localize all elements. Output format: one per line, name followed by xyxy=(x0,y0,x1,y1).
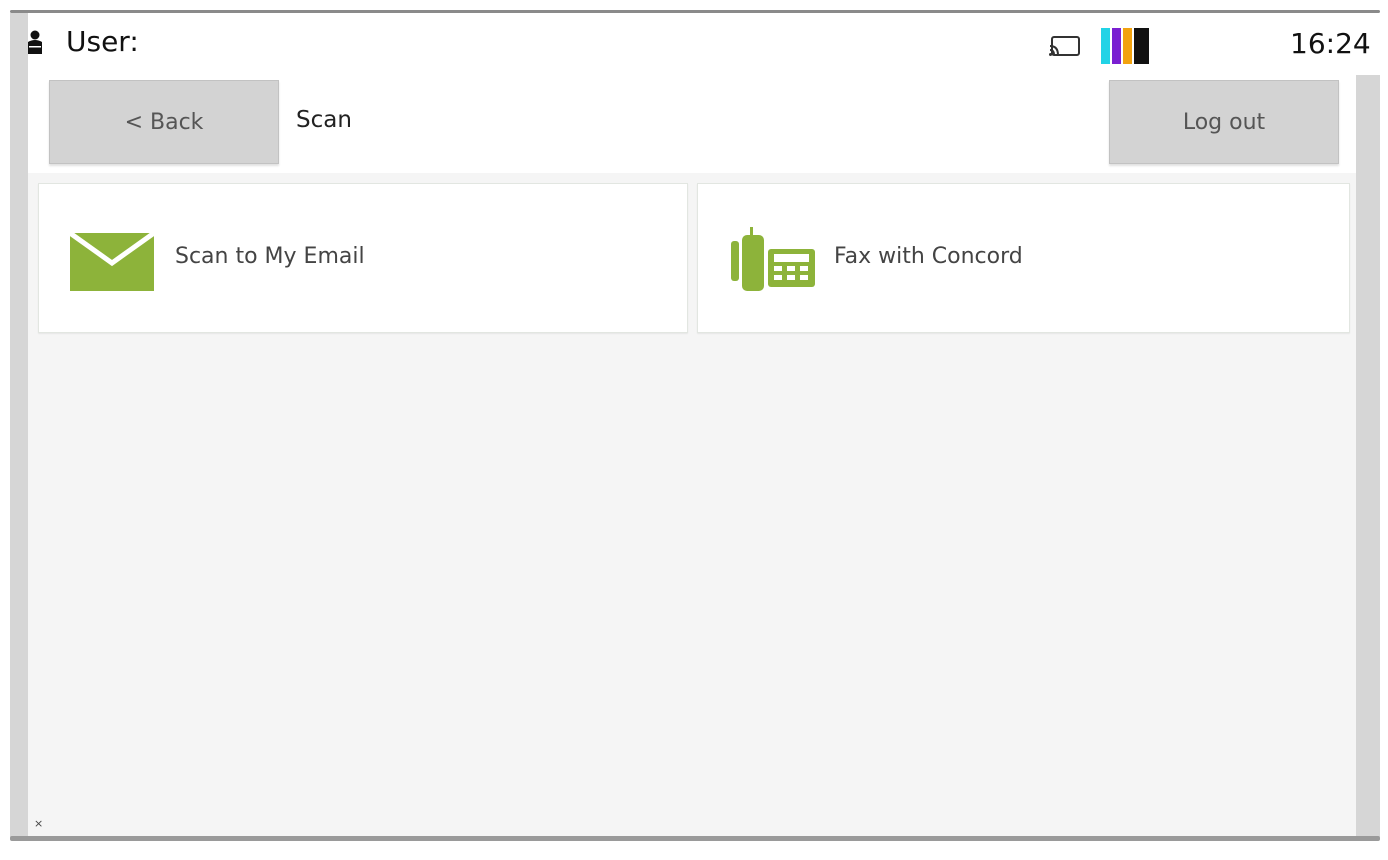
toner-level-icon[interactable] xyxy=(1101,28,1149,64)
email-icon xyxy=(70,233,154,291)
toner-magenta xyxy=(1112,28,1121,64)
fax-icon xyxy=(731,227,815,291)
scan-to-my-email-tile[interactable]: Scan to My Email xyxy=(38,183,688,333)
toner-yellow xyxy=(1123,28,1132,64)
frame-bottom-border xyxy=(10,836,1380,841)
cast-icon[interactable] xyxy=(1049,35,1081,57)
toner-black xyxy=(1134,28,1149,64)
logout-button[interactable]: Log out xyxy=(1109,80,1339,164)
header: < Back Scan Log out xyxy=(28,75,1356,175)
clock: 16:24 xyxy=(1290,27,1371,60)
page-title: Scan xyxy=(296,107,352,133)
user-label: User: xyxy=(66,25,139,58)
frame-right-border xyxy=(1356,13,1380,837)
toner-cyan xyxy=(1101,28,1110,64)
status-bar: User: 16:24 xyxy=(28,13,1380,75)
close-icon[interactable]: × xyxy=(34,817,43,830)
user-icon xyxy=(28,30,42,54)
tile-label: Fax with Concord xyxy=(834,244,1023,269)
tile-label: Scan to My Email xyxy=(175,244,365,269)
content-area: Scan to My Email Fax with Concord × xyxy=(28,173,1356,836)
fax-with-concord-tile[interactable]: Fax with Concord xyxy=(697,183,1350,333)
back-button[interactable]: < Back xyxy=(49,80,279,164)
frame-left-border xyxy=(10,13,28,837)
